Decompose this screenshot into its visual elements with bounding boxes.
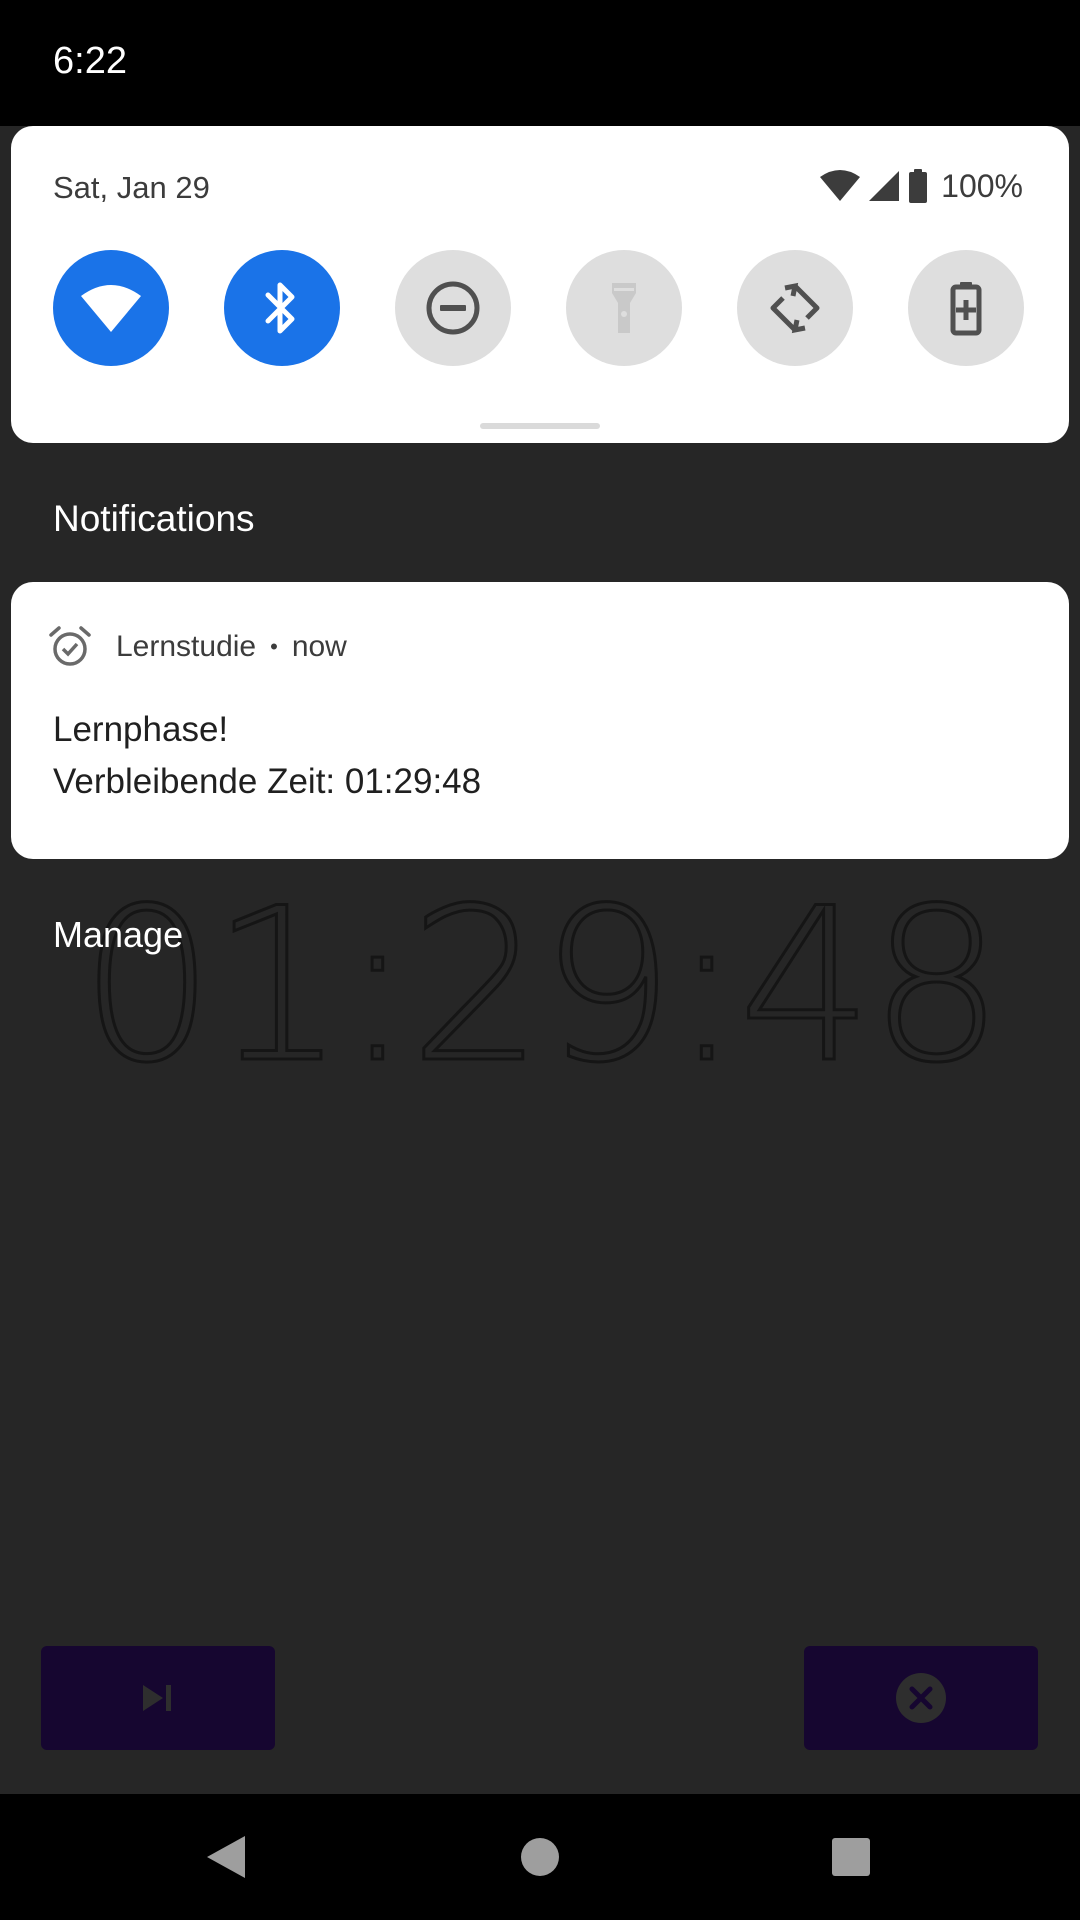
notification-app-row: Lernstudie • now (116, 630, 347, 664)
cancel-button[interactable] (804, 1646, 1038, 1750)
quick-settings-panel: Sat, Jan 29 100% (11, 126, 1069, 443)
cell-signal-icon (869, 171, 900, 201)
battery-percent: 100% (941, 167, 1023, 204)
status-bar: 6:22 (0, 0, 1080, 126)
notification-card[interactable]: Lernstudie • now Lernphase! Verbleibende… (11, 582, 1069, 859)
tile-bluetooth[interactable] (224, 250, 340, 366)
manage-button[interactable]: Manage (53, 914, 183, 956)
notification-app-name: Lernstudie (116, 630, 257, 663)
qs-date[interactable]: Sat, Jan 29 (53, 170, 210, 206)
notifications-header: Notifications (53, 498, 255, 539)
notification-text: Verbleibende Zeit: 01:29:48 (53, 762, 482, 801)
notification-separator: • (270, 634, 278, 659)
bluetooth-icon (265, 282, 295, 334)
status-time: 6:22 (53, 40, 127, 82)
close-circle-icon (896, 1673, 946, 1723)
skip-button[interactable] (41, 1646, 275, 1750)
wifi-icon (81, 285, 141, 332)
home-button[interactable] (470, 1794, 610, 1920)
screen: 01:29:48 6:22 Sat, Jan 29 100% Notificat… (0, 0, 1080, 1920)
dnd-icon (426, 281, 480, 335)
tile-do-not-disturb[interactable] (395, 250, 511, 366)
tile-battery-saver[interactable] (908, 250, 1024, 366)
flashlight-icon (612, 283, 636, 333)
auto-rotate-icon (770, 282, 820, 334)
wifi-status-icon (820, 170, 861, 201)
tile-wifi[interactable] (53, 250, 169, 366)
alarm-check-icon (49, 626, 91, 666)
back-button[interactable] (156, 1794, 296, 1920)
back-icon (207, 1836, 245, 1878)
notification-time: now (291, 630, 347, 663)
navigation-bar (0, 1794, 1080, 1920)
qs-status-icons: 100% (819, 166, 1023, 206)
skip-next-icon (143, 1685, 171, 1711)
tile-auto-rotate[interactable] (737, 250, 853, 366)
home-icon (521, 1838, 559, 1876)
battery-status-icon (909, 169, 928, 203)
tile-flashlight[interactable] (566, 250, 682, 366)
timer-display: 01:29:48 (78, 862, 1005, 1109)
notification-title: Lernphase! (53, 710, 229, 749)
battery-saver-icon (950, 282, 982, 336)
qs-drag-handle[interactable] (480, 423, 600, 429)
recents-button[interactable] (781, 1794, 921, 1920)
recents-icon (832, 1838, 870, 1876)
